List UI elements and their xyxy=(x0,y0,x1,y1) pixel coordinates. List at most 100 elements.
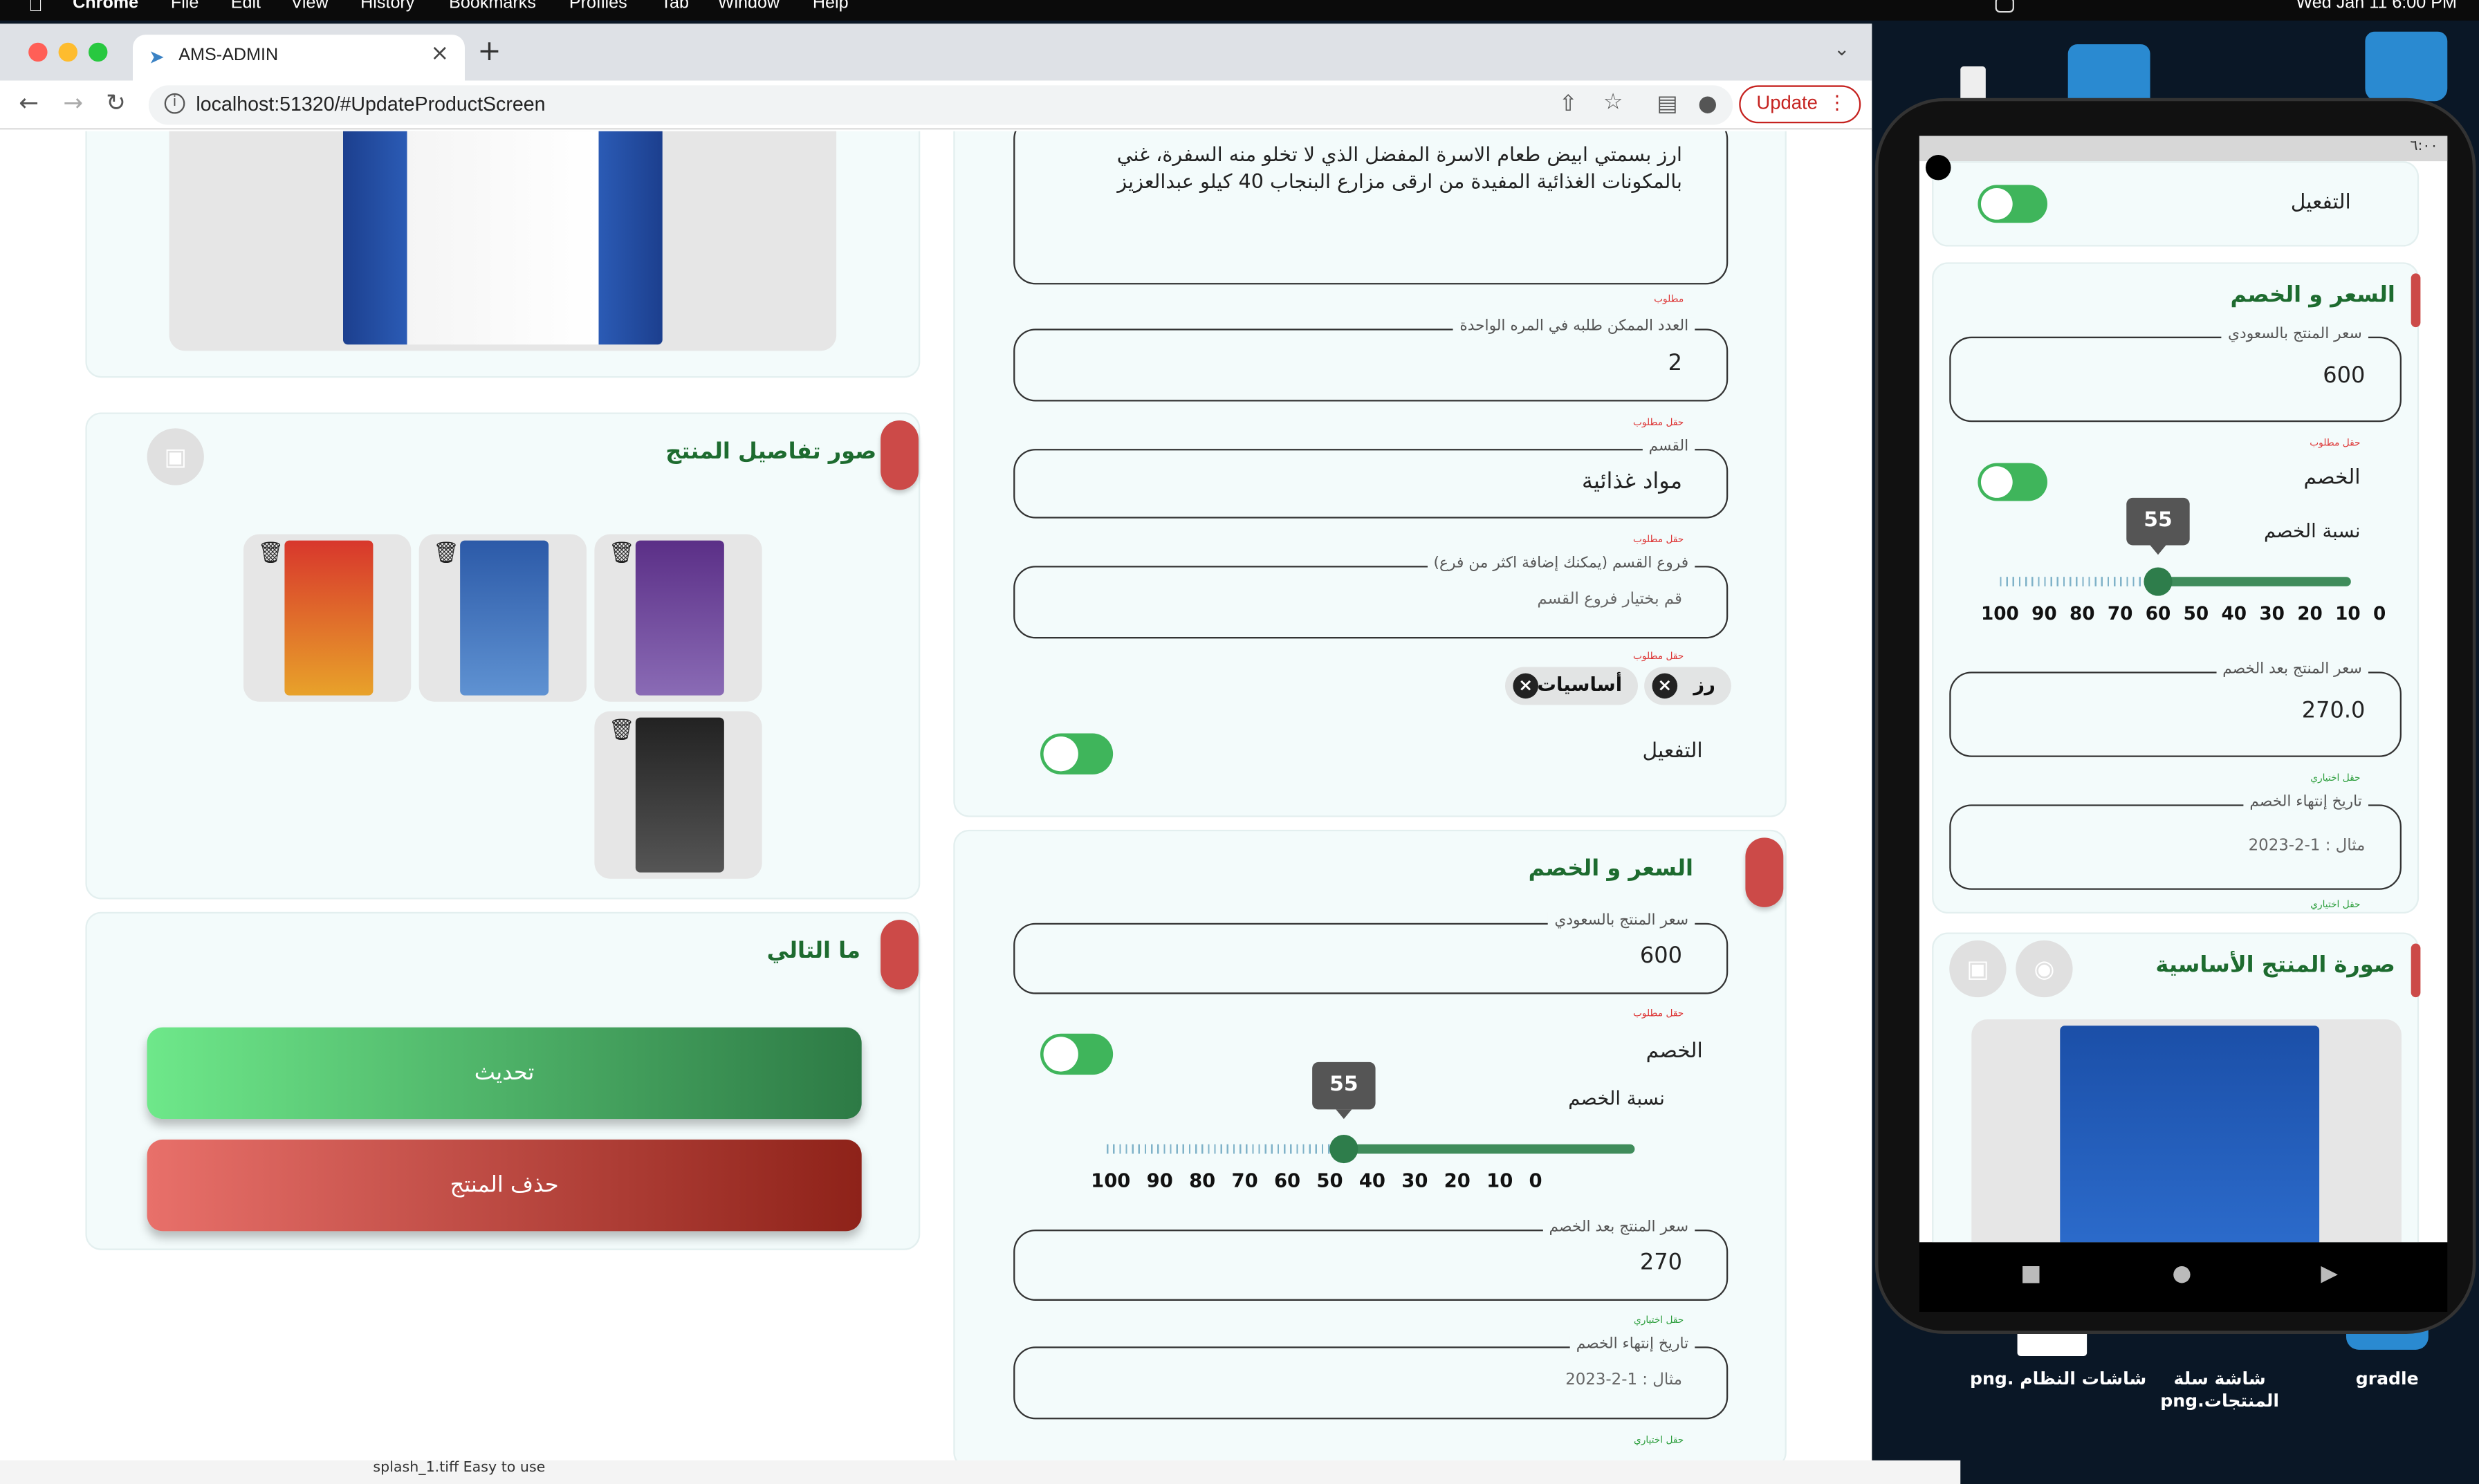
main-image-card xyxy=(85,131,921,378)
back-nav-button[interactable]: ▶ xyxy=(2321,1261,2338,1287)
subcategory-chip[interactable]: × أساسيات xyxy=(1504,667,1638,705)
phone-price-after-value[interactable]: 270.0 xyxy=(2302,698,2366,724)
forward-button[interactable]: → xyxy=(63,89,83,117)
description-field[interactable]: ارز بسمتي ابيض طعام الاسرة المفضل الذي ل… xyxy=(1013,131,1729,285)
tab-title: AMS-ADMIN xyxy=(178,46,279,65)
gallery-icon[interactable]: ▣ xyxy=(147,428,204,485)
category-value[interactable]: مواد غذائية xyxy=(1582,470,1682,495)
menu-view[interactable]: View xyxy=(291,0,329,12)
site-info-icon[interactable]: i xyxy=(164,93,185,114)
profile-icon[interactable]: ● xyxy=(1698,92,1717,118)
detail-image-thumb[interactable]: 🗑 xyxy=(594,711,762,879)
detail-image-thumb[interactable]: 🗑 xyxy=(418,534,587,702)
url-text[interactable]: localhost:51320/#UpdateProductScreen xyxy=(196,93,545,115)
category-field[interactable]: القسم مواد غذائية xyxy=(1013,438,1729,519)
menu-window[interactable]: Window xyxy=(718,0,780,12)
phone-main-image-container[interactable] xyxy=(1971,1019,2402,1243)
price-value[interactable]: 600 xyxy=(1640,943,1682,969)
activation-toggle[interactable] xyxy=(1040,733,1114,775)
phone-activation-card: التفعيل xyxy=(1932,161,2420,247)
quantity-field[interactable]: العدد الممكن طلبه في المره الواحدة 2 xyxy=(1013,317,1729,402)
price-field[interactable]: سعر المنتج بالسعودي 600 xyxy=(1013,911,1729,994)
desktop-file-label[interactable]: شاشات النظام .png xyxy=(1970,1369,2146,1389)
phone-slider-active-track[interactable] xyxy=(2155,577,2351,586)
trash-icon[interactable]: 🗑 xyxy=(258,542,286,571)
menu-help[interactable]: Help xyxy=(813,0,849,12)
trash-icon[interactable]: 🗑 xyxy=(609,719,637,748)
side-panel-icon[interactable]: ▤ xyxy=(1657,92,1677,118)
gallery-icon[interactable]: ▣ xyxy=(1949,940,2007,998)
menu-edit[interactable]: Edit xyxy=(231,0,261,12)
battery-icon[interactable] xyxy=(1995,0,2014,13)
discount-toggle[interactable] xyxy=(1040,1033,1114,1075)
trash-icon[interactable]: 🗑 xyxy=(433,542,461,571)
reload-button[interactable]: ↻ xyxy=(106,89,126,117)
menu-file[interactable]: File xyxy=(171,0,199,12)
description-text[interactable]: ارز بسمتي ابيض طعام الاسرة المفضل الذي ل… xyxy=(1081,140,1682,194)
recents-button[interactable]: ■ xyxy=(2020,1261,2041,1287)
update-product-button[interactable]: تحديث xyxy=(147,1027,862,1120)
browser-tab[interactable]: ➤ AMS-ADMIN × xyxy=(132,35,465,81)
bookmark-star-icon[interactable]: ☆ xyxy=(1603,90,1623,115)
share-icon[interactable]: ⇧ xyxy=(1559,92,1578,118)
apple-icon[interactable]:  xyxy=(28,0,43,16)
address-bar[interactable]: i localhost:51320/#UpdateProductScreen ⇧… xyxy=(148,85,1733,125)
menubar-app-name[interactable]: Chrome xyxy=(73,0,138,12)
menu-bookmarks[interactable]: Bookmarks xyxy=(449,0,536,12)
phone-price-after-field[interactable]: سعر المنتج بعد الخصم 270.0 xyxy=(1949,660,2402,757)
subcategory-placeholder[interactable]: قم بختيار فروع القسم xyxy=(1537,591,1682,609)
folder-icon[interactable] xyxy=(2365,31,2448,102)
slider-active-track[interactable] xyxy=(1343,1144,1635,1154)
home-button[interactable]: ● xyxy=(2173,1261,2192,1287)
phone-expiry-placeholder[interactable]: مثال : 1-2-2023 xyxy=(2249,837,2366,855)
phone-discount-label: الخصم xyxy=(2303,466,2361,490)
menu-profiles[interactable]: Profiles xyxy=(569,0,627,12)
expiry-placeholder[interactable]: مثال : 1-2-2023 xyxy=(1565,1372,1682,1389)
new-tab-button[interactable]: + xyxy=(477,35,501,68)
toggle-knob xyxy=(1043,736,1078,772)
quantity-value[interactable]: 2 xyxy=(1668,351,1682,376)
underlying-window: splash_1.tiff Easy to use xyxy=(0,1460,1961,1484)
whats-next-card: ما التالي تحديث حذف المنتج xyxy=(85,911,921,1250)
remove-chip-icon[interactable]: × xyxy=(1652,673,1678,699)
menu-tab[interactable]: Tab xyxy=(661,0,689,12)
desktop-folder-label[interactable]: gradle xyxy=(2356,1369,2419,1389)
discount-slider-thumb[interactable] xyxy=(1329,1134,1358,1164)
trash-icon[interactable]: 🗑 xyxy=(609,542,637,571)
back-button[interactable]: ← xyxy=(19,89,39,117)
menubar-clock[interactable]: Wed Jan 11 6:00 PM xyxy=(2296,0,2456,12)
detail-image-thumb[interactable]: 🗑 xyxy=(594,534,762,702)
main-image-container[interactable] xyxy=(169,131,837,351)
required-hint: حقل مطلوب xyxy=(1632,651,1684,662)
phone-price-field[interactable]: سعر المنتج بالسعودي 600 xyxy=(1949,325,2402,423)
price-after-value[interactable]: 270 xyxy=(1640,1250,1682,1276)
zoom-window-button[interactable] xyxy=(88,42,108,62)
desktop-file-label[interactable]: شاشة سلة المنتجات.png xyxy=(2157,1369,2283,1413)
price-after-discount-field[interactable]: سعر المنتج بعد الخصم 270 xyxy=(1013,1218,1729,1301)
update-button[interactable]: Update ⋮ xyxy=(1739,85,1861,124)
rice-bag-image xyxy=(342,131,663,345)
phone-slider-thumb[interactable] xyxy=(2144,567,2173,596)
detail-image-thumb[interactable]: 🗑 xyxy=(243,534,412,702)
close-tab-icon[interactable]: × xyxy=(430,41,449,66)
remove-chip-icon[interactable]: × xyxy=(1513,673,1538,699)
product-photo xyxy=(460,540,549,696)
discount-expiry-field[interactable]: تاريخ إنتهاء الخصم مثال : 1-2-2023 xyxy=(1013,1335,1729,1420)
camera-icon[interactable]: ◉ xyxy=(2016,940,2073,998)
phone-price-value[interactable]: 600 xyxy=(2323,364,2365,389)
delete-product-button[interactable]: حذف المنتج xyxy=(147,1139,862,1232)
phone-discount-toggle[interactable] xyxy=(1978,463,2047,501)
phone-expiry-field[interactable]: تاريخ إنتهاء الخصم مثال : 1-2-2023 xyxy=(1949,793,2402,890)
minimize-window-button[interactable] xyxy=(58,42,77,62)
chevron-down-icon[interactable]: ⌄ xyxy=(1834,38,1850,60)
category-label: القسم xyxy=(1642,438,1695,456)
subcategory-chip[interactable]: × رز xyxy=(1644,667,1731,705)
required-hint: مطلوب xyxy=(1654,294,1684,306)
phone-activation-toggle[interactable] xyxy=(1978,185,2047,223)
close-window-button[interactable] xyxy=(28,42,48,62)
subcategory-label: فروع القسم (يمكنك إضافة اكثر من فرع) xyxy=(1427,555,1695,573)
subcategory-field[interactable]: فروع القسم (يمكنك إضافة اكثر من فرع) قم … xyxy=(1013,555,1729,639)
mac-menu-bar:  Chrome File Edit View History Bookmark… xyxy=(0,0,2479,21)
whats-next-title: ما التالي xyxy=(766,938,860,965)
menu-history[interactable]: History xyxy=(360,0,414,12)
